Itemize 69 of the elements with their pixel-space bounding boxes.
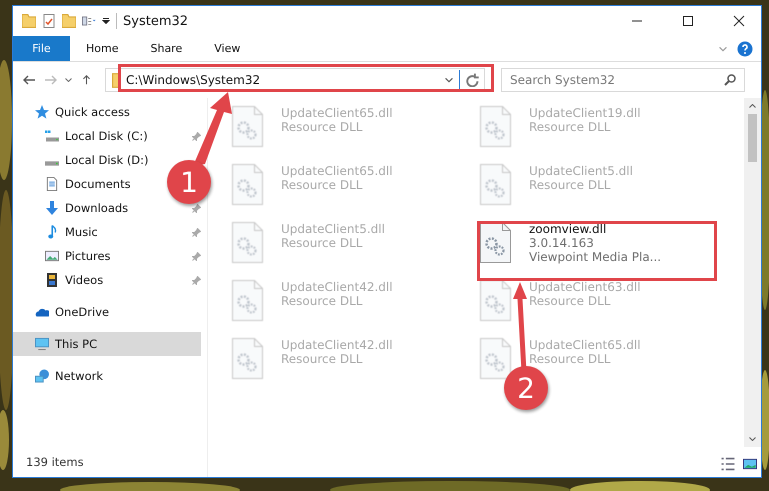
dropdown-icon[interactable] bbox=[102, 18, 110, 24]
maximize-icon bbox=[682, 15, 694, 27]
network-icon bbox=[35, 369, 49, 383]
drive-icon bbox=[45, 129, 59, 143]
ribbon-tab[interactable]: Home bbox=[70, 36, 134, 61]
close-icon bbox=[732, 15, 744, 27]
sidebar-item[interactable]: Local Disk (C:) bbox=[13, 124, 152, 148]
scroll-up-icon[interactable] bbox=[749, 104, 756, 108]
sidebar-item[interactable]: Local Disk (D:) bbox=[13, 148, 153, 172]
file-detail: Resource DLL bbox=[281, 236, 362, 250]
sidebar-item[interactable]: Quick access bbox=[13, 100, 134, 124]
sidebar-item[interactable]: OneDrive bbox=[13, 300, 114, 324]
search-field[interactable]: Search System32 bbox=[501, 68, 745, 92]
help-icon[interactable] bbox=[737, 40, 753, 56]
ribbon-tab[interactable]: Share bbox=[134, 36, 198, 61]
gear-file-icon[interactable] bbox=[480, 280, 511, 321]
drive-icon bbox=[45, 160, 59, 166]
scroll-down-icon[interactable] bbox=[749, 437, 756, 441]
checklist-icon[interactable] bbox=[42, 14, 56, 28]
file-detail: Resource DLL bbox=[529, 294, 610, 308]
file-detail: Resource DLL bbox=[529, 178, 610, 192]
sidebar-item[interactable]: This PC bbox=[13, 332, 201, 356]
sidebar-item[interactable]: Network bbox=[13, 364, 108, 388]
computer-icon bbox=[35, 337, 49, 351]
file-detail: Resource DLL bbox=[281, 294, 362, 308]
star-icon bbox=[35, 105, 49, 119]
sidebar-item[interactable]: Music bbox=[13, 220, 102, 244]
large-icons-view-icon[interactable] bbox=[743, 457, 757, 471]
scrollbar-thumb[interactable] bbox=[748, 114, 757, 162]
properties-icon[interactable] bbox=[82, 14, 96, 28]
file-detail: Viewpoint Media Pla... bbox=[529, 250, 662, 264]
file-detail: Resource DLL bbox=[529, 120, 610, 134]
pin-icon[interactable] bbox=[192, 132, 201, 140]
document-icon bbox=[45, 177, 59, 191]
file-detail: 3.0.14.163 bbox=[529, 236, 594, 250]
item-count: 139 items bbox=[25, 455, 85, 471]
pin-icon[interactable] bbox=[192, 228, 201, 236]
file-detail: Resource DLL bbox=[281, 120, 362, 134]
file-name[interactable]: zoomview.dll bbox=[529, 222, 606, 236]
file-detail: Resource DLL bbox=[529, 352, 610, 366]
back-icon[interactable] bbox=[23, 75, 36, 85]
address-field[interactable]: C:\Windows\System32 bbox=[105, 68, 485, 92]
sidebar-item[interactable]: Videos bbox=[13, 268, 108, 292]
gear-file-icon[interactable] bbox=[480, 222, 511, 263]
folder-icon[interactable] bbox=[22, 14, 36, 28]
ribbon-tab[interactable]: View bbox=[198, 36, 256, 61]
forward-icon[interactable] bbox=[44, 75, 57, 85]
download-icon bbox=[45, 201, 59, 215]
ribbon-tab[interactable]: File bbox=[13, 36, 70, 61]
pin-icon[interactable] bbox=[192, 204, 201, 212]
file-detail: Resource DLL bbox=[281, 178, 362, 192]
dropdown-icon[interactable] bbox=[445, 77, 453, 83]
folder-icon[interactable] bbox=[62, 14, 76, 28]
scrollbar[interactable] bbox=[744, 98, 761, 447]
search-icon bbox=[724, 74, 737, 86]
refresh-icon[interactable] bbox=[466, 73, 480, 87]
expand-ribbon-icon[interactable] bbox=[719, 46, 727, 52]
pin-icon[interactable] bbox=[192, 252, 201, 260]
window-title: System32 bbox=[123, 14, 188, 28]
film-icon bbox=[45, 273, 59, 287]
file-detail: Resource DLL bbox=[281, 352, 362, 366]
sidebar-item[interactable]: Downloads bbox=[13, 196, 132, 220]
sidebar-item[interactable]: Pictures bbox=[13, 244, 115, 268]
recent-dropdown-icon[interactable] bbox=[65, 78, 72, 82]
image-icon bbox=[45, 249, 59, 263]
pin-icon[interactable] bbox=[192, 276, 201, 284]
details-view-icon[interactable] bbox=[721, 457, 735, 471]
address-path: C:\Windows\System32 bbox=[126, 73, 260, 87]
sidebar-item[interactable]: Documents bbox=[13, 172, 135, 196]
